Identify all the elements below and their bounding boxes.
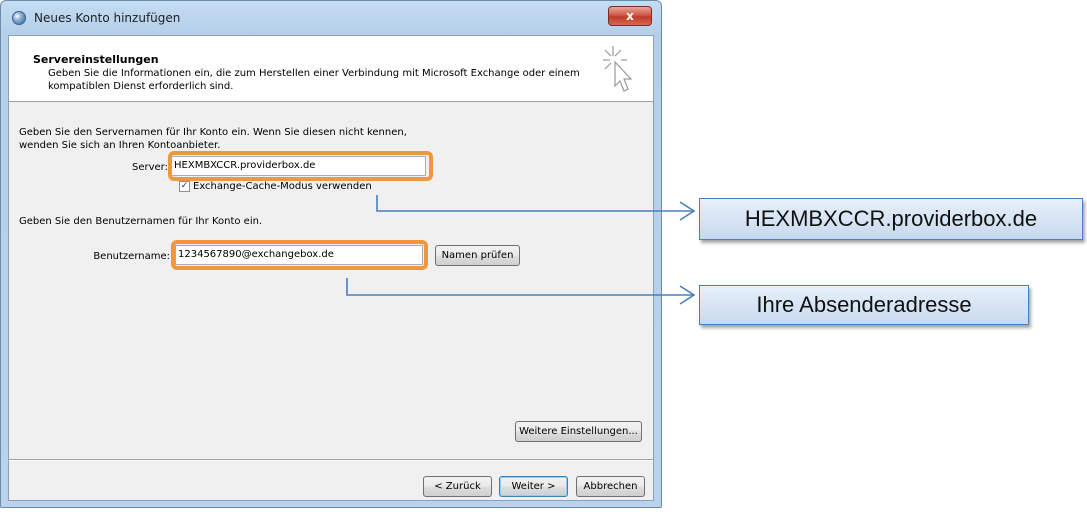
server-connector <box>376 195 694 212</box>
sender-connector <box>346 278 694 296</box>
server-callout: HEXMBXCCR.providerbox.de <box>699 198 1083 240</box>
sender-address-callout: Ihre Absenderadresse <box>699 285 1029 325</box>
connector-lines <box>346 195 696 305</box>
